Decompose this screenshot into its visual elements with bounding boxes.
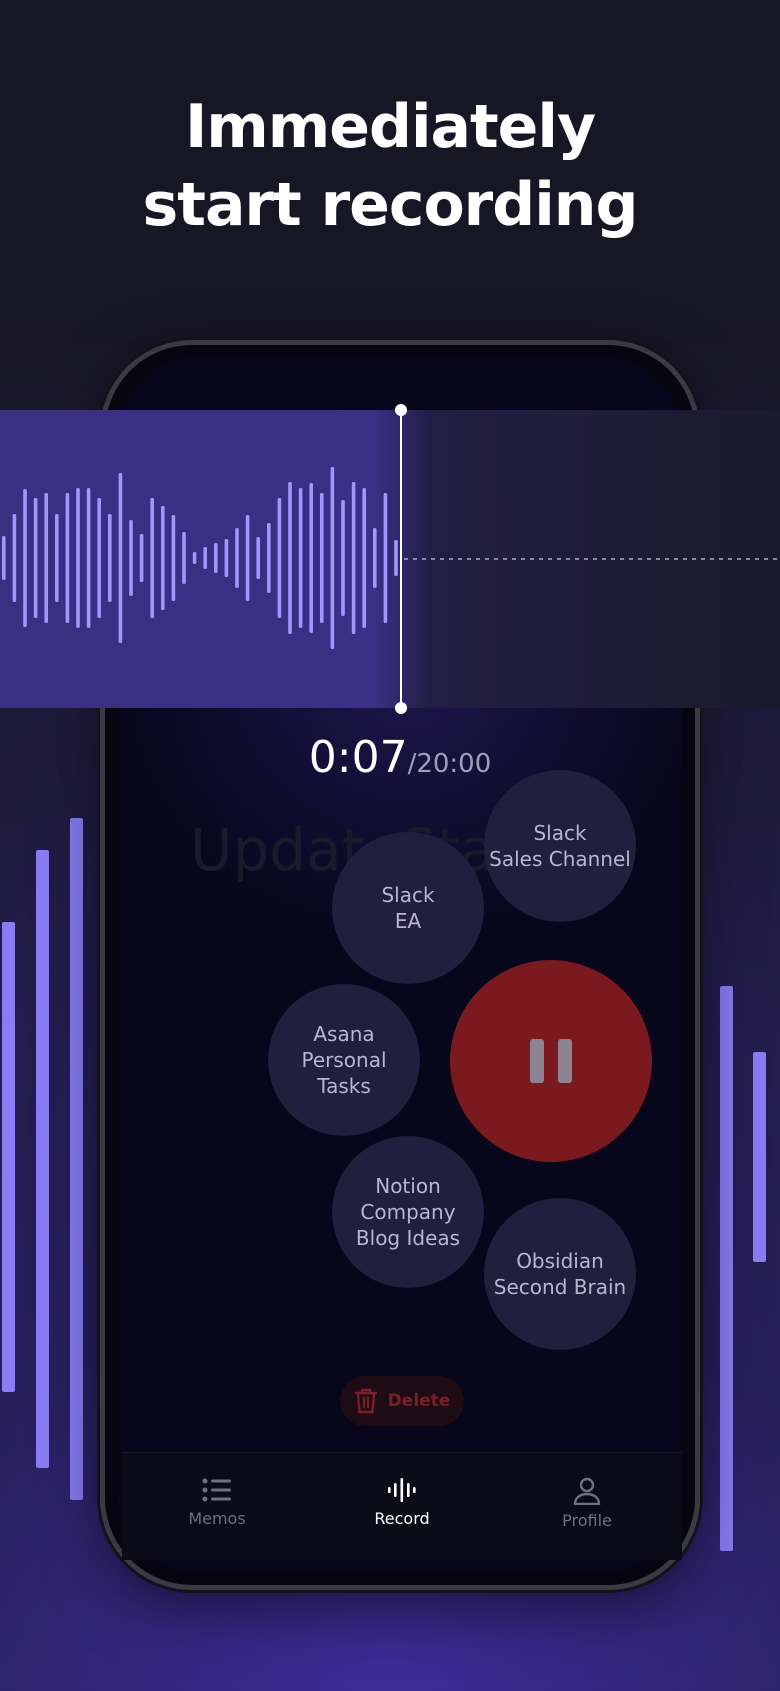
waveform-bar [108, 514, 112, 602]
waveform-bar [129, 520, 133, 596]
waveform-bar [373, 528, 377, 588]
waveform-bar [139, 534, 144, 582]
waveform-bar [33, 498, 38, 618]
tab-label: Record [374, 1509, 430, 1528]
trash-icon [354, 1388, 377, 1414]
destination-label: Obsidian Second Brain [493, 1249, 627, 1299]
bg-bar [36, 850, 49, 1468]
waveform-bar [2, 536, 6, 580]
bg-bar [753, 1052, 766, 1262]
waveform-bar [76, 488, 80, 628]
waveform-remaining-line [404, 558, 780, 560]
destination-label: Notion Company Blog Ideas [355, 1174, 461, 1250]
pause-icon [558, 1039, 572, 1083]
user-icon [573, 1477, 601, 1505]
bg-bar [720, 986, 733, 1551]
waveform-bar [214, 543, 218, 573]
waveform-bar [330, 467, 335, 649]
waveform-bar [245, 515, 250, 601]
waveform-bar [97, 498, 101, 618]
tab-bar: Memos Record Profile [122, 1452, 682, 1560]
waveform-bar [23, 489, 27, 627]
destination-slack-ea[interactable]: Slack EA [332, 832, 484, 984]
waveform-bar [351, 482, 356, 634]
timer-total: /20:00 [407, 749, 492, 779]
headline-line-1: Immediately [184, 92, 596, 162]
bg-bar [2, 922, 15, 1392]
pause-button[interactable] [450, 960, 652, 1162]
waveform-bar [55, 514, 59, 602]
waveform-bar [118, 473, 123, 643]
destination-label: Slack Sales Channel [489, 821, 631, 871]
bg-bar [70, 818, 83, 1500]
playhead[interactable] [400, 410, 402, 708]
waveform-bar [277, 498, 282, 618]
destination-asana[interactable]: Asana Personal Tasks [268, 984, 420, 1136]
waveform-bar [267, 523, 271, 593]
waveform-bar [171, 515, 176, 601]
list-icon [202, 1478, 231, 1502]
waveform-bar [224, 539, 229, 577]
tab-profile[interactable]: Profile [542, 1453, 632, 1560]
waveform-bar [288, 482, 292, 634]
waveform-bar [44, 493, 48, 623]
waveform-bar [256, 537, 260, 579]
destination-label: Asana Personal Tasks [301, 1022, 387, 1098]
waveform-bar [86, 488, 91, 628]
destination-slack-sales[interactable]: Slack Sales Channel [484, 770, 636, 922]
playhead-handle-bottom[interactable] [395, 702, 407, 714]
waveform-bar [150, 498, 154, 618]
pause-icon [530, 1039, 544, 1083]
waveform-bar [192, 552, 197, 564]
waveform-bar [383, 493, 388, 623]
waveform-bar [203, 547, 207, 569]
recording-timer: 0:07/20:00 [0, 732, 780, 783]
headline: Immediately start recording [0, 88, 780, 244]
tab-label: Profile [562, 1511, 612, 1530]
tab-record[interactable]: Record [357, 1453, 447, 1560]
destination-notion[interactable]: Notion Company Blog Ideas [332, 1136, 484, 1288]
waveform-bar [309, 483, 313, 633]
delete-button[interactable]: Delete [340, 1376, 464, 1426]
destination-obsidian[interactable]: Obsidian Second Brain [484, 1198, 636, 1350]
waveform-bar [341, 500, 345, 616]
delete-label: Delete [387, 1391, 451, 1411]
timer-elapsed: 0:07 [308, 732, 408, 783]
tab-memos[interactable]: Memos [172, 1453, 262, 1560]
waveform-bar [65, 493, 70, 623]
waveform-bar [394, 540, 398, 576]
waveform-bar [362, 488, 366, 628]
waveform-panel [0, 404, 780, 714]
headline-line-2: start recording [142, 170, 639, 240]
waveform-bar [182, 532, 186, 584]
waveform-icon [388, 1478, 416, 1502]
playhead-handle-top[interactable] [395, 404, 407, 416]
waveform-bar [320, 493, 324, 623]
tab-label: Memos [188, 1509, 246, 1528]
waveform-bar [235, 528, 239, 588]
waveform-bar [12, 514, 17, 602]
waveform-bar [161, 506, 165, 610]
waveform [2, 467, 398, 649]
destination-label: Slack EA [381, 883, 435, 933]
waveform-bar [298, 488, 303, 628]
